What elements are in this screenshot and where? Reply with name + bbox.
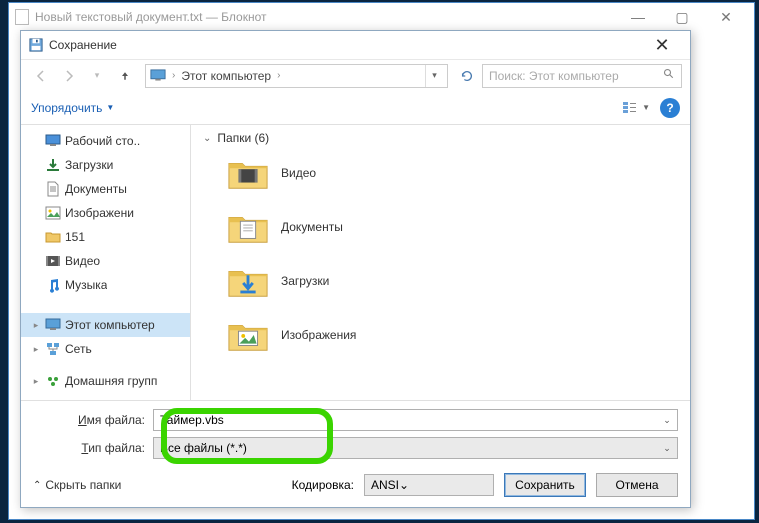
- tree-item-label: Документы: [65, 182, 127, 196]
- breadcrumb-item[interactable]: Этот компьютер: [181, 69, 271, 83]
- cancel-button[interactable]: Отмена: [596, 473, 678, 497]
- folder-label: Загрузки: [281, 274, 329, 288]
- chevron-down-icon: ▼: [106, 103, 114, 112]
- search-placeholder: Поиск: Этот компьютер: [489, 69, 619, 83]
- notepad-title-text: Новый текстовый документ.txt — Блокнот: [35, 10, 616, 24]
- pc-icon: [45, 317, 61, 333]
- tree-item-video[interactable]: Видео: [21, 249, 190, 273]
- tree-item-label: Этот компьютер: [65, 318, 155, 332]
- tree-item-label: Загрузки: [65, 158, 113, 172]
- homegroup-icon: [45, 373, 61, 389]
- tree-item-label: Домашняя групп: [65, 374, 157, 388]
- filename-label: Имя файла:: [33, 413, 153, 427]
- downloads-icon: [45, 157, 61, 173]
- address-bar[interactable]: › Этот компьютер › ▾: [145, 64, 448, 88]
- tree-item-images[interactable]: Изображени: [21, 201, 190, 225]
- filetype-select[interactable]: Все файлы (*.*) ⌄: [153, 437, 678, 459]
- organize-menu[interactable]: Упорядочить ▼: [31, 101, 114, 115]
- folder-downloads[interactable]: Загрузки: [227, 263, 678, 299]
- filename-dropdown-button[interactable]: ⌄: [658, 411, 676, 429]
- folder-docs[interactable]: Документы: [227, 209, 678, 245]
- tree-item-downloads[interactable]: Загрузки: [21, 153, 190, 177]
- tree-item-network[interactable]: ▸ Сеть: [21, 337, 190, 361]
- tree-item-label: Музыка: [65, 278, 107, 292]
- encoding-select[interactable]: ANSI ⌄: [364, 474, 494, 496]
- music-icon: [45, 277, 61, 293]
- dialog-footer: Имя файла: Таймер.vbs ⌄ Тип файла: Все ф…: [21, 400, 690, 507]
- folder-content[interactable]: ⌄ Папки (6) Видео Документы Загрузки Изобра…: [191, 125, 690, 400]
- search-icon: [663, 68, 675, 83]
- close-dialog-button[interactable]: ✕: [642, 34, 682, 56]
- back-button[interactable]: [29, 64, 53, 88]
- address-dropdown-button[interactable]: ▾: [425, 65, 443, 87]
- tree-item-homegroup[interactable]: ▸ Домашняя групп: [21, 369, 190, 393]
- save-icon: [29, 38, 43, 52]
- tree-item-label: Рабочий сто..: [65, 134, 140, 148]
- recent-locations-button[interactable]: ▾: [85, 64, 109, 88]
- encoding-label: Кодировка:: [292, 478, 354, 492]
- twist-icon: ▸: [31, 344, 41, 355]
- twist-icon: ▸: [31, 320, 41, 331]
- encoding-dropdown-button[interactable]: ⌄: [399, 478, 409, 492]
- images-icon: [45, 205, 61, 221]
- chevron-right-icon: ›: [172, 70, 175, 81]
- folder-images[interactable]: Изображения: [227, 317, 678, 353]
- folder-label: Изображения: [281, 328, 356, 342]
- desktop-icon: [45, 133, 61, 149]
- help-button[interactable]: ?: [660, 98, 680, 118]
- network-icon: [45, 341, 61, 357]
- tree-item-docs[interactable]: Документы: [21, 177, 190, 201]
- folder-icon: [227, 317, 269, 353]
- filetype-dropdown-button[interactable]: ⌄: [658, 439, 676, 457]
- save-dialog: Сохранение ✕ ▾ › Этот компьютер › ▾ Пои: [20, 30, 691, 508]
- folder-icon: [45, 229, 61, 245]
- tree-item-label: Сеть: [65, 342, 92, 356]
- search-input[interactable]: Поиск: Этот компьютер: [482, 64, 682, 88]
- dialog-body: Рабочий сто.. Загрузки Документы Изображени…: [21, 125, 690, 400]
- maximize-button[interactable]: ▢: [660, 3, 704, 31]
- tree-item-label: Видео: [65, 254, 100, 268]
- tree-item-desktop[interactable]: Рабочий сто..: [21, 129, 190, 153]
- dialog-navbar: ▾ › Этот компьютер › ▾ Поиск: Этот компь…: [21, 59, 690, 91]
- view-options-button[interactable]: ▼: [622, 101, 650, 115]
- twist-icon: ▸: [31, 376, 41, 387]
- chevron-down-icon: ⌄: [203, 133, 211, 144]
- nav-tree[interactable]: Рабочий сто.. Загрузки Документы Изображени…: [21, 125, 191, 400]
- folder-label: Видео: [281, 166, 316, 180]
- folder-icon: [227, 209, 269, 245]
- video-icon: [45, 253, 61, 269]
- dialog-toolbar: Упорядочить ▼ ▼ ?: [21, 91, 690, 125]
- tree-item-folder[interactable]: 151: [21, 225, 190, 249]
- chevron-up-icon: ⌃: [33, 480, 41, 491]
- group-header[interactable]: ⌄ Папки (6): [203, 131, 678, 145]
- notepad-titlebar: Новый текстовый документ.txt — Блокнот —…: [9, 3, 754, 31]
- tree-item-label: 151: [65, 230, 85, 244]
- folder-icon: [227, 155, 269, 191]
- dialog-title: Сохранение: [49, 38, 642, 52]
- chevron-right-icon: ›: [277, 70, 280, 81]
- folder-label: Документы: [281, 220, 343, 234]
- up-button[interactable]: [113, 64, 137, 88]
- filetype-label: Тип файла:: [33, 441, 153, 455]
- tree-item-pc[interactable]: ▸ Этот компьютер: [21, 313, 190, 337]
- refresh-button[interactable]: [456, 65, 478, 87]
- forward-button[interactable]: [57, 64, 81, 88]
- close-notepad-button[interactable]: ✕: [704, 3, 748, 31]
- docs-icon: [45, 181, 61, 197]
- filename-input[interactable]: Таймер.vbs ⌄: [153, 409, 678, 431]
- dialog-titlebar: Сохранение ✕: [21, 31, 690, 59]
- folder-icon: [227, 263, 269, 299]
- folder-video[interactable]: Видео: [227, 155, 678, 191]
- tree-item-label: Изображени: [65, 206, 134, 220]
- minimize-button[interactable]: —: [616, 3, 660, 31]
- notepad-doc-icon: [15, 9, 29, 25]
- pc-icon: [150, 69, 166, 83]
- hide-folders-toggle[interactable]: ⌃ Скрыть папки: [33, 478, 121, 492]
- save-button[interactable]: Сохранить: [504, 473, 586, 497]
- tree-item-music[interactable]: Музыка: [21, 273, 190, 297]
